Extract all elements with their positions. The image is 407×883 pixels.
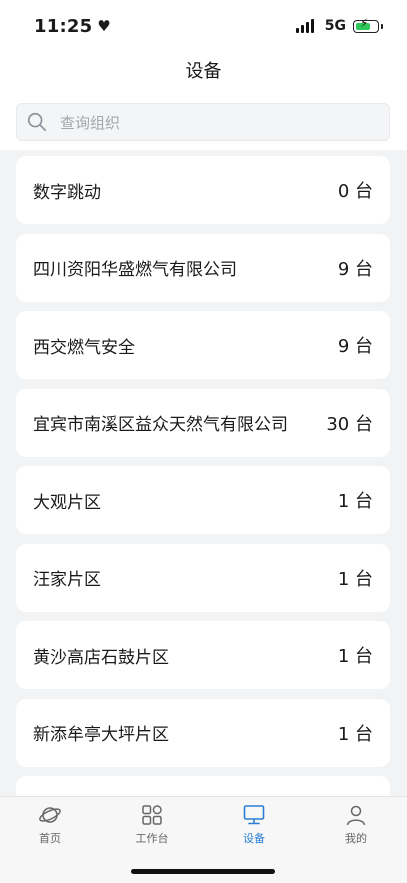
search-area: 查询组织 bbox=[0, 94, 407, 150]
tab-mine-label: 我的 bbox=[345, 832, 367, 845]
organization-list: 数字跳动 0 台四川资阳华盛燃气有限公司 9 台西交燃气安全 9 台宜宾市南溪区益众天… bbox=[16, 156, 390, 796]
org-card[interactable]: 黄沙高店石鼓片区 1 台 bbox=[16, 621, 390, 689]
page-title: 设备 bbox=[185, 61, 222, 82]
search-input[interactable]: 查询组织 bbox=[16, 103, 390, 141]
org-name: 数字跳动 bbox=[33, 182, 101, 203]
org-card[interactable]: 四川资阳华盛燃气有限公司 9 台 bbox=[16, 233, 390, 302]
org-device-count: 1 台 bbox=[337, 491, 373, 512]
person-icon bbox=[346, 805, 366, 826]
org-device-count: 9 台 bbox=[337, 336, 373, 357]
org-name: 宜宾市南溪区益众天然气有限公司 bbox=[33, 415, 288, 435]
tab-mine[interactable]: 我的 bbox=[306, 803, 406, 846]
home-indicator bbox=[131, 869, 275, 874]
org-card[interactable]: 汪家片区 1 台 bbox=[16, 543, 390, 612]
heart-icon: ♥ bbox=[97, 17, 111, 35]
org-card[interactable]: 新添牟亭大坪片区 1 台 bbox=[16, 698, 390, 767]
planet-icon bbox=[39, 807, 61, 823]
org-card[interactable] bbox=[16, 776, 390, 796]
search-placeholder: 查询组织 bbox=[60, 113, 121, 132]
org-card[interactable]: 宜宾市南溪区益众天然气有限公司 30 台 bbox=[16, 388, 390, 457]
org-device-count: 1 台 bbox=[337, 723, 373, 745]
org-name: 汪家片区 bbox=[33, 570, 101, 590]
org-name: 四川资阳华盛燃气有限公司 bbox=[33, 260, 237, 280]
org-name: 新添牟亭大坪片区 bbox=[33, 725, 169, 745]
status-time: 11:25 ♥ bbox=[34, 16, 111, 37]
org-device-count: 1 台 bbox=[337, 568, 373, 590]
clock-text: 11:25 bbox=[34, 16, 93, 37]
signal-icon bbox=[295, 19, 318, 33]
org-name: 大观片区 bbox=[33, 492, 101, 513]
tab-workbench-label: 工作台 bbox=[135, 832, 169, 845]
battery-icon: ⚡ bbox=[353, 17, 383, 33]
tab-devices-label: 设备 bbox=[243, 832, 265, 845]
search-icon bbox=[27, 112, 47, 132]
org-card[interactable]: 大观片区 1 台 bbox=[16, 466, 390, 534]
org-device-count: 0 台 bbox=[337, 181, 373, 202]
grid-icon bbox=[142, 805, 162, 825]
tab-workbench[interactable]: 工作台 bbox=[102, 803, 202, 846]
org-card[interactable]: 西交燃气安全 9 台 bbox=[16, 311, 390, 379]
org-device-count: 1 台 bbox=[337, 646, 373, 667]
tab-devices[interactable]: 设备 bbox=[204, 803, 304, 846]
status-bar: 11:25 ♥ 5G ⚡ bbox=[0, 0, 407, 56]
org-name: 黄沙高店石鼓片区 bbox=[33, 647, 169, 668]
network-label: 5G bbox=[324, 18, 346, 34]
tab-home[interactable]: 首页 bbox=[0, 803, 100, 846]
tab-home-label: 首页 bbox=[39, 832, 61, 845]
org-name: 西交燃气安全 bbox=[33, 337, 135, 358]
nav-header: 设备 bbox=[0, 56, 407, 94]
org-card[interactable]: 数字跳动 0 台 bbox=[16, 156, 390, 224]
status-indicators: 5G ⚡ bbox=[295, 17, 383, 34]
org-device-count: 30 台 bbox=[326, 413, 373, 435]
monitor-icon bbox=[243, 805, 265, 825]
org-device-count: 9 台 bbox=[337, 258, 373, 280]
